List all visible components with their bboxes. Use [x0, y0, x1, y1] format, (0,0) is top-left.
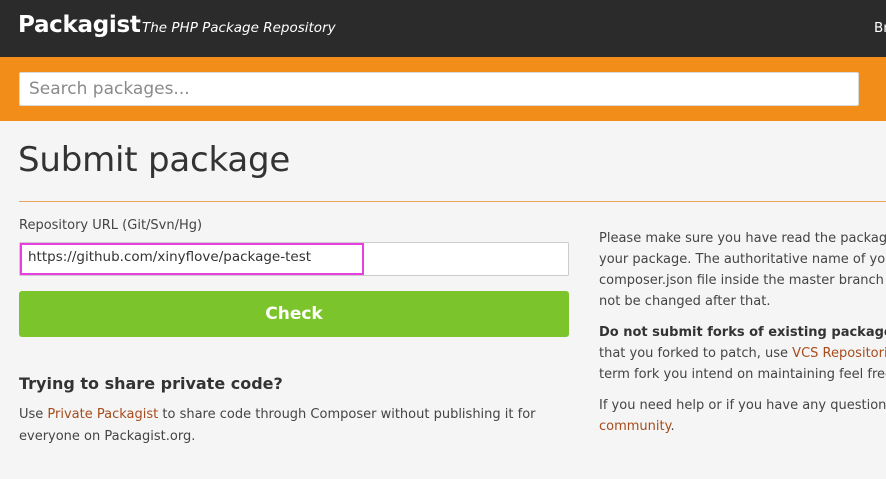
page-title: Submit package	[18, 140, 291, 180]
top-navbar: Packagist The PHP Package Repository Br	[0, 0, 886, 57]
search-input[interactable]	[19, 72, 859, 106]
packagist-logo[interactable]: Packagist	[18, 12, 141, 38]
private-code-text: Use Private Packagist to share code thro…	[19, 407, 536, 444]
tagline: The PHP Package Repository	[142, 20, 336, 36]
nav-link-browse[interactable]: Br	[874, 20, 886, 36]
repository-url-field[interactable]: https://github.com/xinyflove/package-tes…	[19, 242, 569, 276]
search-bar	[0, 57, 886, 121]
title-divider	[19, 201, 886, 202]
community-link[interactable]: community	[599, 419, 670, 434]
submission-info: Please make sure you have read the packa…	[599, 228, 886, 468]
private-packagist-link[interactable]: Private Packagist	[47, 407, 158, 422]
info-paragraph-help: If you need help or if you have any ques…	[599, 398, 886, 434]
repository-url-value[interactable]: https://github.com/xinyflove/package-tes…	[28, 249, 311, 265]
repository-url-label: Repository URL (Git/Svn/Hg)	[19, 218, 203, 233]
info-paragraph-forks: Do not submit forks of existing packages…	[599, 322, 886, 385]
check-button[interactable]: Check	[19, 291, 569, 337]
info-paragraph-naming: Please make sure you have read the packa…	[599, 231, 886, 309]
vcs-repositories-link[interactable]: VCS Repositories	[792, 346, 886, 361]
private-code-heading: Trying to share private code?	[19, 374, 283, 393]
